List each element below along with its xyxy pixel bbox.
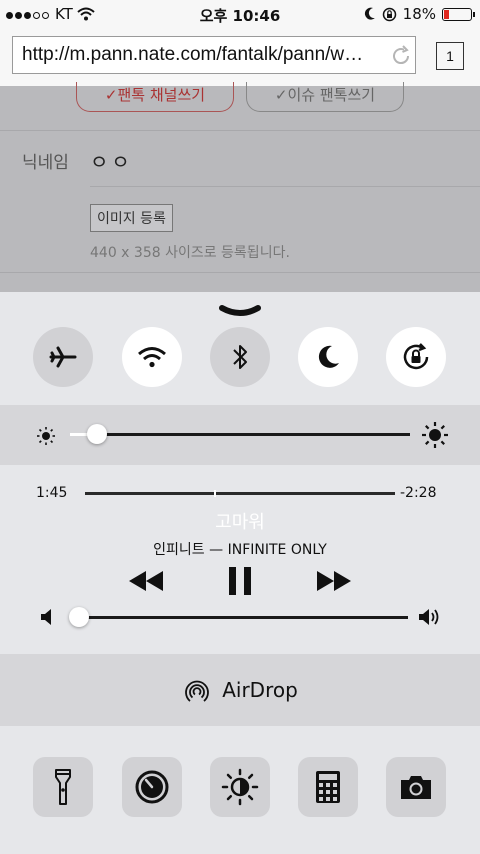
wifi-toggle[interactable] (122, 327, 182, 387)
airdrop-section: AirDrop (0, 654, 480, 726)
control-center: 1:45 -2:28 고마워 인피니트 — INFINITE ONLY AirD… (0, 292, 480, 854)
do-not-disturb-toggle[interactable] (298, 327, 358, 387)
remaining-time: -2:28 (400, 485, 437, 501)
flashlight-icon (55, 769, 71, 805)
volume-low-icon (41, 609, 51, 625)
brightness-high-icon (422, 422, 448, 448)
brightness-low-icon (37, 427, 55, 445)
browser-toolbar: http://m.pann.nate.com/fantalk/pann/w… 1 (0, 28, 480, 86)
camera-icon (401, 776, 431, 799)
volume-high-icon (419, 609, 439, 625)
rotation-lock-toggle[interactable] (386, 327, 446, 387)
moon-icon (318, 345, 339, 368)
divider (90, 186, 480, 187)
battery-fill (444, 9, 449, 19)
wifi-icon (138, 347, 166, 368)
bluetooth-icon (233, 345, 247, 369)
night-shift-icon (221, 768, 259, 806)
airdrop-label: AirDrop (222, 678, 298, 702)
divider (0, 272, 480, 273)
brightness-section (0, 405, 480, 465)
airdrop-button[interactable]: AirDrop (0, 654, 480, 726)
channel-write-button[interactable]: ✓팬톡 채널쓰기 (76, 82, 234, 112)
timer-icon (135, 770, 169, 804)
rotation-lock-status-icon (382, 7, 396, 21)
status-bar: KT 오후 10:46 18% (0, 0, 480, 28)
elapsed-time: 1:45 (36, 485, 68, 501)
brightness-slider[interactable] (70, 433, 410, 436)
divider (0, 130, 480, 131)
nickname-value[interactable]: ㅇㅇ (90, 146, 133, 175)
airplane-icon (49, 346, 77, 368)
fast-forward-icon[interactable] (315, 569, 353, 593)
music-scrubber[interactable] (85, 492, 395, 495)
song-artist-album: 인피니트 — INFINITE ONLY (153, 542, 327, 558)
airdrop-icon (185, 680, 210, 702)
bluetooth-toggle[interactable] (210, 327, 270, 387)
music-scrubber-playhead[interactable] (214, 490, 217, 497)
nickname-label: 닉네임 (22, 153, 69, 173)
battery-percent: 18% (402, 5, 436, 23)
brightness-slider-knob[interactable] (87, 424, 108, 444)
image-upload-button[interactable]: 이미지 등록 (90, 204, 173, 232)
timer-button[interactable] (122, 757, 182, 817)
image-size-note: 440 x 358 사이즈로 등록됩니다. (90, 245, 290, 261)
airplane-mode-toggle[interactable] (33, 327, 93, 387)
song-title: 고마워 (215, 512, 265, 533)
flashlight-button[interactable] (33, 757, 93, 817)
moon-status-icon (364, 7, 375, 20)
calculator-button[interactable] (298, 757, 358, 817)
tabs-button[interactable]: 1 (436, 42, 464, 70)
issue-write-button[interactable]: ✓이슈 팬톡쓰기 (246, 82, 404, 112)
volume-slider[interactable] (72, 616, 408, 619)
web-page-content: ✓팬톡 채널쓰기 ✓이슈 팬톡쓰기 닉네임 ㅇㅇ 이미지 등록 440 x 35… (0, 82, 480, 292)
rewind-icon[interactable] (127, 569, 165, 593)
rotation-lock-icon (403, 343, 429, 370)
pause-icon[interactable] (227, 566, 253, 596)
night-shift-button[interactable] (210, 757, 270, 817)
battery-icon (442, 7, 475, 21)
reload-icon[interactable] (390, 45, 412, 67)
camera-button[interactable] (386, 757, 446, 817)
chevron-down-icon[interactable] (218, 304, 262, 320)
volume-slider-knob[interactable] (68, 607, 89, 627)
status-right: 18% (364, 5, 475, 23)
calculator-icon (316, 771, 340, 803)
url-field[interactable]: http://m.pann.nate.com/fantalk/pann/w… (12, 36, 416, 74)
